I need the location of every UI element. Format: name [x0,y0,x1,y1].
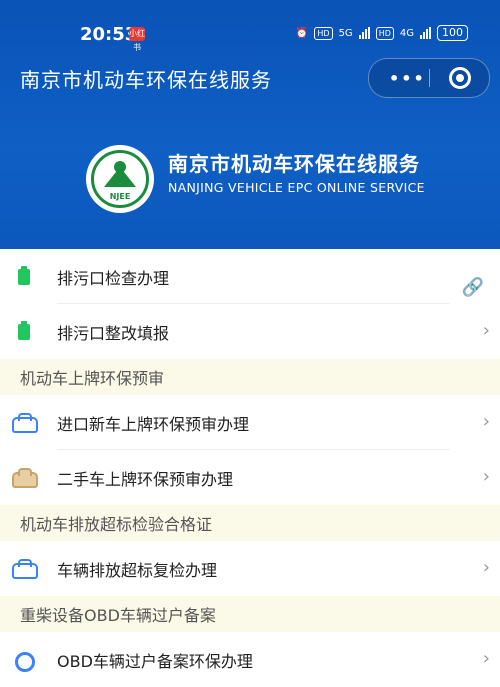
list-item-label: 二手车上牌环保预审办理 [57,470,234,489]
app-header: 20:53 小红书 ⏰ HD 5G HD 4G 100 南京市机动车环保在线服务… [0,0,500,249]
capsule-divider [429,69,430,87]
list-item-outfall-rectification[interactable]: 排污口整改填报 › [0,304,500,359]
miniapp-capsule[interactable]: ••• [368,58,490,98]
battery-icon: 100 [437,25,468,41]
status-icons: ⏰ HD 5G HD 4G 100 [296,25,468,41]
section-title: 机动车上牌环保预审 [20,369,165,388]
link-icon[interactable]: 🔗 [462,277,484,298]
chevron-right-icon: › [482,557,490,578]
hd-badge-2: HD [375,26,394,40]
list-item-emission-recheck[interactable]: 车辆排放超标复检办理 › [0,541,500,596]
more-button[interactable]: ••• [389,69,426,88]
list-item-obd-transfer[interactable]: OBD车辆过户备案环保办理 › [0,632,500,687]
clipboard-icon [12,321,36,342]
page-title: 南京市机动车环保在线服务 [20,68,272,92]
logo-text: NJEE [109,192,131,201]
section-title: 重柴设备OBD车辆过户备案 [20,606,216,625]
list-item-label: 车辆排放超标复检办理 [57,561,218,580]
section-title: 机动车排放超标检验合格证 [20,515,213,534]
section-header-emission: 机动车排放超标检验合格证 [0,505,500,541]
service-list: 排污口检查办理 🔗 排污口整改填报 › 机动车上牌环保预审 进口新车上牌环保预审… [0,249,500,687]
list-item-label: 排污口检查办理 [57,269,170,288]
network-4g: 4G [399,27,414,39]
car-icon [12,413,38,433]
clipboard-icon [12,266,36,287]
list-item-outfall-inspection[interactable]: 排污口检查办理 🔗 [0,249,500,304]
car-icon [12,559,38,579]
njee-logo: NJEE [86,145,154,213]
section-header-registration: 机动车上牌环保预审 [0,359,500,395]
brand-name-cn: 南京市机动车环保在线服务 [168,152,420,176]
list-item-label: 排污口整改填报 [57,324,170,343]
gear-icon [12,650,36,672]
chevron-right-icon: › [482,648,490,669]
mountain-icon [104,167,136,187]
notification-badge: 小红书 [129,27,145,52]
alarm-icon: ⏰ [295,27,309,39]
signal-icon-2 [420,27,431,39]
chevron-right-icon: › [482,411,490,432]
list-item-label: OBD车辆过户备案环保办理 [57,652,253,671]
brand-name-en: NANJING VEHICLE EPC ONLINE SERVICE [168,180,425,195]
chevron-right-icon: › [482,320,490,341]
list-item-import-new-car[interactable]: 进口新车上牌环保预审办理 › [0,395,500,450]
list-item-used-car[interactable]: 二手车上牌环保预审办理 › [0,450,500,505]
close-target-icon[interactable] [449,67,471,89]
signal-icon [358,27,370,39]
chevron-right-icon: › [482,466,490,487]
list-item-label: 进口新车上牌环保预审办理 [57,415,250,434]
car-icon [12,468,38,488]
hd-badge-1: HD [314,26,333,40]
section-header-obd: 重柴设备OBD车辆过户备案 [0,596,500,632]
network-5g: 5G [338,27,353,39]
status-bar: 20:53 小红书 ⏰ HD 5G HD 4G 100 [0,0,500,64]
